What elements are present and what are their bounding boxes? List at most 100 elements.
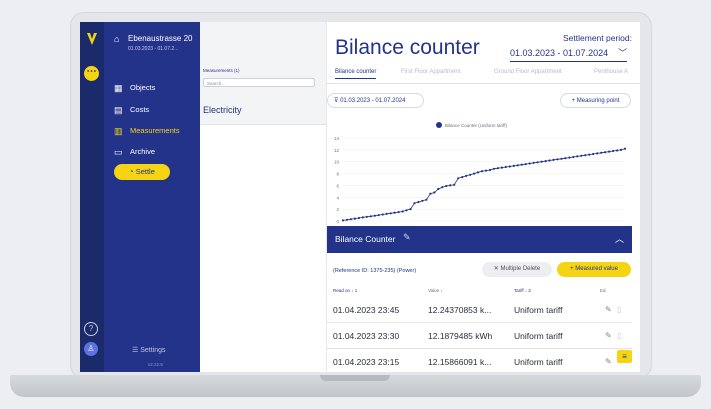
multiple-delete-button[interactable]: ✕ Multiple Delete — [482, 262, 552, 277]
data-point — [389, 212, 392, 215]
settlement-period-select[interactable]: 01.03.2023 - 01.07.2024 ﹀ — [510, 46, 628, 62]
series-line — [342, 148, 626, 221]
data-point — [369, 215, 372, 218]
y-tick-label: 8 — [336, 172, 339, 177]
list-item-electricity[interactable]: Electricity — [200, 96, 326, 125]
data-point — [600, 151, 603, 154]
settle-button[interactable]: ◔ Settle — [114, 164, 170, 180]
date-filter-chip[interactable]: ⊽ 01.03.2023 - 01.07.2024 — [327, 93, 424, 108]
column-header-edit: Ed. — [600, 288, 607, 293]
sidebar-item-measurements[interactable]: ▥ Measurements — [104, 121, 200, 141]
sidebar-item-objects[interactable]: ▦ Objects — [104, 78, 200, 98]
notes-icon[interactable]: ≡ — [617, 350, 632, 363]
data-point — [361, 216, 364, 219]
sidebar-item-archive[interactable]: ▭ Archive — [104, 142, 200, 162]
logo-icon — [87, 33, 97, 45]
settings-link[interactable]: ☰ Settings — [132, 346, 166, 354]
measurement-search-input[interactable]: Search... — [203, 78, 315, 87]
y-tick-label: 14 — [334, 136, 340, 141]
data-point — [608, 150, 611, 153]
data-point — [520, 163, 523, 166]
data-point — [576, 155, 579, 158]
cell-read-on: 01.04.2023 23:15 — [333, 357, 400, 367]
close-icon: ✕ — [493, 266, 499, 272]
settle-label: Settle — [135, 167, 155, 176]
settings-label: Settings — [140, 347, 166, 354]
data-point — [584, 154, 587, 157]
sidebar-item-costs[interactable]: ▤ Costs — [104, 100, 200, 120]
data-point — [544, 160, 547, 163]
add-measured-value-button[interactable]: + Measured value — [557, 262, 631, 277]
data-point — [413, 202, 416, 205]
y-tick-label: 0 — [336, 219, 339, 224]
data-point — [381, 213, 384, 216]
tab-first-floor[interactable]: First Floor Appartment — [401, 69, 460, 75]
chevron-up-icon[interactable]: ︿ — [615, 232, 624, 245]
data-point — [373, 214, 376, 217]
data-point — [349, 218, 352, 221]
add-measuring-point-button[interactable]: + Measuring point — [560, 93, 631, 108]
data-point — [457, 177, 460, 180]
multiple-delete-label: Multiple Delete — [500, 266, 541, 272]
consumption-chart: 0 2 4 6 8 10 12 14 Bilance Counter (Uniform tari… — [327, 116, 632, 226]
tab-bilance-counter[interactable]: Bilance counter — [335, 69, 377, 79]
data-point — [516, 164, 519, 167]
main-content: Bilance counter Settlement period: 01.03… — [327, 22, 640, 372]
tab-bar: Bilance counter First Floor Appartment G… — [327, 67, 640, 84]
chevron-down-icon: ﹀ — [618, 48, 628, 58]
data-point — [588, 153, 591, 156]
edit-icon[interactable]: ✎ — [403, 232, 411, 243]
edit-icon[interactable]: ✎ — [605, 305, 612, 314]
data-point — [548, 159, 551, 162]
data-point — [572, 155, 575, 159]
data-point — [560, 157, 563, 160]
data-point — [492, 167, 495, 170]
settlement-period-label: Settlement period: — [563, 33, 632, 43]
help-icon[interactable]: ? — [84, 322, 98, 336]
table-row[interactable]: 01.04.2023 23:15 12.15866091 k... Unifor… — [327, 349, 632, 372]
data-point — [433, 191, 436, 194]
tab-penthouse[interactable]: Penthouse A — [594, 69, 628, 75]
data-point — [441, 186, 444, 189]
data-point — [461, 176, 464, 179]
table-row[interactable]: 01.04.2023 23:30 12.1879485 kWh Uniform … — [327, 323, 632, 349]
data-point — [524, 163, 527, 166]
edit-icon[interactable]: ✎ — [605, 331, 612, 340]
home-icon: ⌂ — [114, 34, 120, 44]
data-point — [623, 147, 627, 150]
data-point — [616, 149, 619, 152]
meter-panel-title: Bilance Counter — [335, 234, 396, 244]
data-point — [504, 165, 507, 169]
y-tick-label: 4 — [336, 195, 339, 200]
column-header-value[interactable]: Value ↕ — [428, 288, 443, 293]
data-point — [377, 214, 380, 217]
y-tick-label: 6 — [336, 183, 339, 188]
data-point — [619, 148, 623, 151]
cell-value: 12.1879485 kWh — [428, 331, 493, 341]
data-point — [353, 217, 356, 220]
sidebar-item-label: Archive — [130, 147, 156, 156]
reference-id: (Reference ID: 1375-235) (Power) — [333, 268, 417, 274]
trash-icon[interactable]: ▯ — [617, 305, 621, 314]
data-point — [568, 156, 571, 159]
data-point — [393, 211, 396, 214]
column-header-tariff[interactable]: Tariff ↓ 2 — [514, 288, 531, 293]
property-name: Ebenaustrasse 20 — [128, 34, 193, 43]
data-point — [480, 170, 484, 173]
table-row[interactable]: 01.04.2023 23:45 12.24370853 k... Unifor… — [327, 297, 632, 323]
data-point — [397, 211, 400, 214]
meter-panel-header[interactable]: Bilance Counter ✎ ︿ — [327, 226, 632, 253]
measurement-list-panel: Measurements (1) Search... Electricity — [200, 22, 327, 372]
edit-icon[interactable]: ✎ — [605, 357, 612, 366]
trash-icon[interactable]: ▯ — [617, 331, 621, 340]
data-point — [453, 183, 456, 186]
legend-label: Bilance Counter (Uniform tariff) — [445, 123, 507, 128]
cell-tariff: Uniform tariff — [514, 305, 563, 315]
column-header-read-on[interactable]: Read on ↓ 1 — [333, 288, 357, 293]
tab-ground-floor[interactable]: Ground Floor Appartment — [494, 69, 562, 75]
list-item-label: Electricity — [203, 105, 242, 115]
more-menu-icon[interactable]: ⋯ — [84, 66, 99, 81]
user-avatar-icon[interactable]: ♙ — [84, 342, 98, 356]
date-filter-label: 01.03.2023 - 01.07.2024 — [340, 98, 406, 104]
sidebar-item-label: Objects — [130, 83, 156, 92]
